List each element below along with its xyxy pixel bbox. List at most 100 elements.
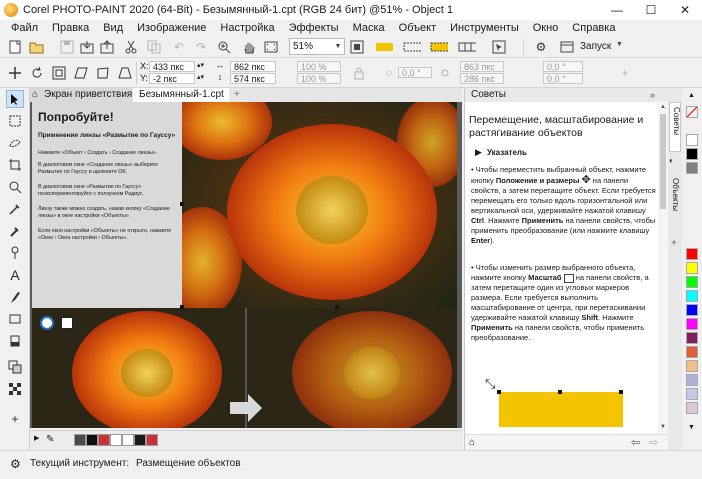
skew-y-field[interactable]: 0,0 ° bbox=[543, 73, 583, 84]
grid-display-icon[interactable] bbox=[458, 38, 476, 56]
swatch-none[interactable] bbox=[686, 106, 698, 118]
skew-x-field[interactable]: 0,0 ° bbox=[543, 61, 583, 72]
swatch[interactable] bbox=[686, 374, 698, 386]
add-docker-icon[interactable]: + bbox=[671, 238, 677, 249]
selection-handle[interactable] bbox=[335, 305, 339, 309]
eyedropper-tool-icon[interactable] bbox=[6, 200, 24, 218]
open-folder-icon[interactable] bbox=[28, 38, 46, 56]
y-position-field[interactable]: -2 пкс bbox=[149, 73, 195, 84]
swatch[interactable] bbox=[686, 134, 698, 146]
swatch[interactable] bbox=[686, 360, 698, 372]
doc-swatch[interactable] bbox=[86, 434, 98, 446]
menu-file[interactable]: Файл bbox=[0, 22, 45, 34]
swatch[interactable] bbox=[686, 388, 698, 400]
docker-collapse-icon[interactable]: » bbox=[650, 90, 655, 100]
flower-photo[interactable] bbox=[182, 102, 457, 308]
export-icon[interactable] bbox=[98, 38, 116, 56]
mask-rect-icon[interactable] bbox=[375, 38, 393, 56]
mask-marquee-icon[interactable] bbox=[430, 38, 448, 56]
gear-status-icon[interactable]: ⚙ bbox=[10, 457, 21, 471]
fit-screen-icon[interactable] bbox=[262, 38, 280, 56]
menu-object[interactable]: Объект bbox=[392, 22, 443, 34]
crop-tool-icon[interactable] bbox=[6, 156, 24, 174]
doc-swatch[interactable] bbox=[98, 434, 110, 446]
distort-icon[interactable] bbox=[94, 64, 112, 82]
object-picker-icon[interactable] bbox=[490, 38, 508, 56]
canvas-area[interactable]: Попробуйте! Применение линзы «Размытие п… bbox=[30, 102, 462, 428]
redeye-tool-icon[interactable] bbox=[6, 222, 24, 240]
menu-tools[interactable]: Инструменты bbox=[443, 22, 526, 34]
menu-mask[interactable]: Маска bbox=[346, 22, 392, 34]
eraser-tool-icon[interactable] bbox=[6, 332, 24, 350]
swatch[interactable] bbox=[686, 248, 698, 260]
menu-edit[interactable]: Правка bbox=[45, 22, 96, 34]
freehand-mask-tool-icon[interactable] bbox=[6, 134, 24, 152]
position-icon[interactable] bbox=[6, 64, 24, 82]
palette-menu-icon[interactable]: ▶ bbox=[34, 434, 39, 442]
menu-help[interactable]: Справка bbox=[565, 22, 622, 34]
launch-icon[interactable] bbox=[558, 38, 576, 56]
minimize-button[interactable]: — bbox=[600, 0, 634, 20]
lock-ratio-icon[interactable] bbox=[350, 64, 368, 82]
swatch[interactable] bbox=[686, 148, 698, 160]
doc-swatch[interactable] bbox=[74, 434, 86, 446]
apply-transform-icon[interactable]: + bbox=[616, 64, 634, 82]
swatch[interactable] bbox=[686, 276, 698, 288]
undo-icon[interactable]: ↶ bbox=[170, 38, 188, 56]
gear-icon[interactable]: ⚙ bbox=[532, 38, 550, 56]
height-field[interactable]: 574 пкс bbox=[230, 73, 276, 84]
rect-mask-tool-icon[interactable] bbox=[6, 112, 24, 130]
tab-objects[interactable]: Объекты bbox=[669, 176, 681, 224]
palette-up-icon[interactable]: ▲ bbox=[688, 92, 695, 99]
zoom-tool-icon[interactable] bbox=[6, 178, 24, 196]
docker-scrollbar[interactable]: ▲ ▼ bbox=[658, 102, 668, 434]
launch-chevron-icon[interactable]: ▼ bbox=[616, 41, 623, 48]
launch-label[interactable]: Запуск bbox=[580, 41, 611, 52]
import-icon[interactable] bbox=[78, 38, 96, 56]
menu-effects[interactable]: Эффекты bbox=[282, 22, 346, 34]
menu-adjust[interactable]: Настройка bbox=[213, 22, 281, 34]
perspective-icon[interactable] bbox=[116, 64, 134, 82]
maximize-button[interactable]: ☐ bbox=[634, 0, 668, 20]
eyedropper-small-icon[interactable]: ✎ bbox=[46, 434, 54, 445]
x-spin-icon[interactable]: ▴▾ bbox=[197, 60, 204, 71]
add-tool-icon[interactable]: + bbox=[6, 410, 24, 428]
home-small-icon[interactable]: ⌂ bbox=[469, 437, 475, 448]
width-field[interactable]: 862 пкс bbox=[230, 61, 276, 72]
paint-tool-icon[interactable] bbox=[6, 288, 24, 306]
add-tab-button[interactable]: + bbox=[232, 88, 244, 102]
save-icon[interactable] bbox=[58, 38, 76, 56]
tab-welcome[interactable]: ⌂ Экран приветствия bbox=[30, 88, 132, 102]
swatch[interactable] bbox=[686, 402, 698, 414]
menu-window[interactable]: Окно bbox=[526, 22, 566, 34]
center-x-field[interactable]: 863 пкс bbox=[460, 61, 504, 72]
clone-tool-icon[interactable] bbox=[6, 244, 24, 262]
zoom-in-icon[interactable] bbox=[215, 38, 233, 56]
scale-y-field[interactable]: 100 % bbox=[297, 73, 341, 84]
y-spin-icon[interactable]: ▴▾ bbox=[197, 72, 204, 83]
doc-swatch[interactable] bbox=[134, 434, 146, 446]
swatch[interactable] bbox=[686, 290, 698, 302]
close-button[interactable]: ✕ bbox=[668, 0, 702, 20]
redo-icon[interactable]: ↷ bbox=[192, 38, 210, 56]
swatch[interactable] bbox=[686, 262, 698, 274]
object-transparency-tool-icon[interactable] bbox=[6, 358, 24, 376]
pointer-tool-icon[interactable] bbox=[6, 90, 24, 108]
new-document-icon[interactable] bbox=[6, 38, 24, 56]
swatch[interactable] bbox=[686, 162, 698, 174]
x-position-field[interactable]: 433 пкс bbox=[149, 61, 195, 72]
swatch[interactable] bbox=[686, 332, 698, 344]
back-arrow-icon[interactable]: ⇦ bbox=[631, 436, 640, 449]
rotation-angle-field[interactable]: 0,0 ° bbox=[398, 67, 432, 78]
swatch[interactable] bbox=[686, 346, 698, 358]
checker-tool-icon[interactable] bbox=[6, 380, 24, 398]
tab-document[interactable]: Безымянный-1.cpt bbox=[133, 88, 229, 102]
mask-overlay-icon[interactable] bbox=[403, 38, 421, 56]
selection-handle[interactable] bbox=[180, 202, 184, 206]
swatch[interactable] bbox=[686, 304, 698, 316]
cut-icon[interactable] bbox=[122, 38, 140, 56]
pan-hand-icon[interactable] bbox=[240, 38, 258, 56]
doc-swatch[interactable] bbox=[146, 434, 158, 446]
lens-icon[interactable] bbox=[40, 316, 54, 330]
doc-swatch[interactable] bbox=[122, 434, 134, 446]
